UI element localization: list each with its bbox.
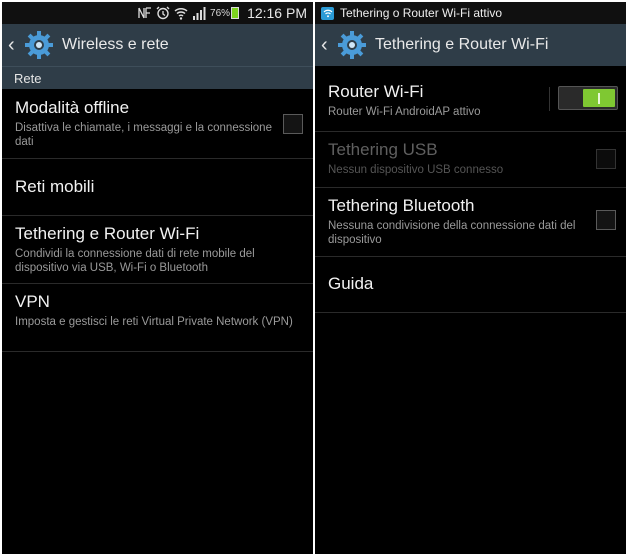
offline-mode-checkbox[interactable] bbox=[283, 114, 303, 134]
list-item-guide[interactable]: Guida bbox=[315, 257, 626, 313]
item-title: Reti mobili bbox=[15, 177, 95, 196]
back-icon[interactable]: ‹ bbox=[321, 35, 333, 55]
list-item-usb-tethering: Tethering USB Nessun dispositivo USB con… bbox=[315, 132, 626, 188]
usb-tethering-checkbox bbox=[596, 149, 616, 169]
alarm-icon bbox=[156, 6, 170, 20]
item-title: Tethering e Router Wi-Fi bbox=[15, 224, 200, 243]
action-bar: ‹ Wireless e rete bbox=[2, 24, 313, 66]
signal-icon bbox=[192, 6, 206, 20]
hotspot-notification-icon bbox=[321, 6, 334, 20]
item-summary: Disattiva le chiamate, i messaggi e la c… bbox=[15, 122, 272, 148]
list-item-mobile-networks[interactable]: Reti mobili bbox=[2, 159, 313, 216]
item-summary: Nessuna condivisione della connessione d… bbox=[328, 220, 576, 246]
list-item-tethering[interactable]: Tethering e Router Wi-Fi Condividi la co… bbox=[2, 216, 313, 284]
nfc-icon bbox=[138, 7, 152, 19]
wifi-router-toggle[interactable] bbox=[549, 86, 618, 111]
notification-text: Tethering o Router Wi-Fi attivo bbox=[340, 6, 503, 20]
list-item-bluetooth-tethering[interactable]: Tethering Bluetooth Nessuna condivisione… bbox=[315, 188, 626, 257]
item-title: Tethering USB bbox=[328, 140, 438, 159]
item-summary: Imposta e gestisci le reti Virtual Priva… bbox=[15, 316, 293, 328]
status-bar: 76% 12:16 PM bbox=[2, 2, 313, 24]
page-title: Tethering e Router Wi-Fi bbox=[375, 36, 549, 53]
wifi-icon bbox=[174, 7, 188, 20]
toggle-knob bbox=[583, 89, 615, 107]
settings-gear-icon[interactable] bbox=[24, 30, 54, 60]
battery-indicator: 76% bbox=[210, 7, 240, 19]
item-summary: Condividi la connessione dati di rete mo… bbox=[15, 248, 255, 274]
right-screen: Tethering o Router Wi-Fi attivo ‹ Tether… bbox=[315, 2, 626, 554]
item-title: Guida bbox=[328, 274, 374, 293]
battery-percent: 76% bbox=[210, 7, 231, 19]
back-icon[interactable]: ‹ bbox=[8, 35, 20, 55]
list-item-vpn[interactable]: VPN Imposta e gestisci le reti Virtual P… bbox=[2, 284, 313, 352]
action-bar: ‹ Tethering e Router Wi-Fi bbox=[315, 24, 626, 66]
toggle-divider bbox=[549, 87, 550, 111]
settings-gear-icon[interactable] bbox=[337, 30, 367, 60]
bluetooth-tethering-checkbox[interactable] bbox=[596, 210, 616, 230]
item-title: Modalità offline bbox=[15, 98, 130, 117]
battery-icon bbox=[231, 7, 240, 19]
item-title: Tethering Bluetooth bbox=[328, 196, 475, 215]
list-item-offline-mode[interactable]: Modalità offline Disattiva le chiamate, … bbox=[2, 89, 313, 159]
left-screen: 76% 12:16 PM ‹ Wireless e rete Rete Moda… bbox=[2, 2, 313, 554]
list-item-wifi-router[interactable]: Router Wi-Fi Router Wi-Fi AndroidAP atti… bbox=[315, 74, 626, 132]
page-title: Wireless e rete bbox=[62, 36, 169, 53]
clock: 12:16 PM bbox=[247, 5, 307, 21]
item-summary: Nessun dispositivo USB connesso bbox=[328, 164, 504, 176]
item-title: VPN bbox=[15, 292, 50, 311]
section-header-rete: Rete bbox=[2, 66, 313, 89]
status-bar: Tethering o Router Wi-Fi attivo bbox=[315, 2, 626, 24]
